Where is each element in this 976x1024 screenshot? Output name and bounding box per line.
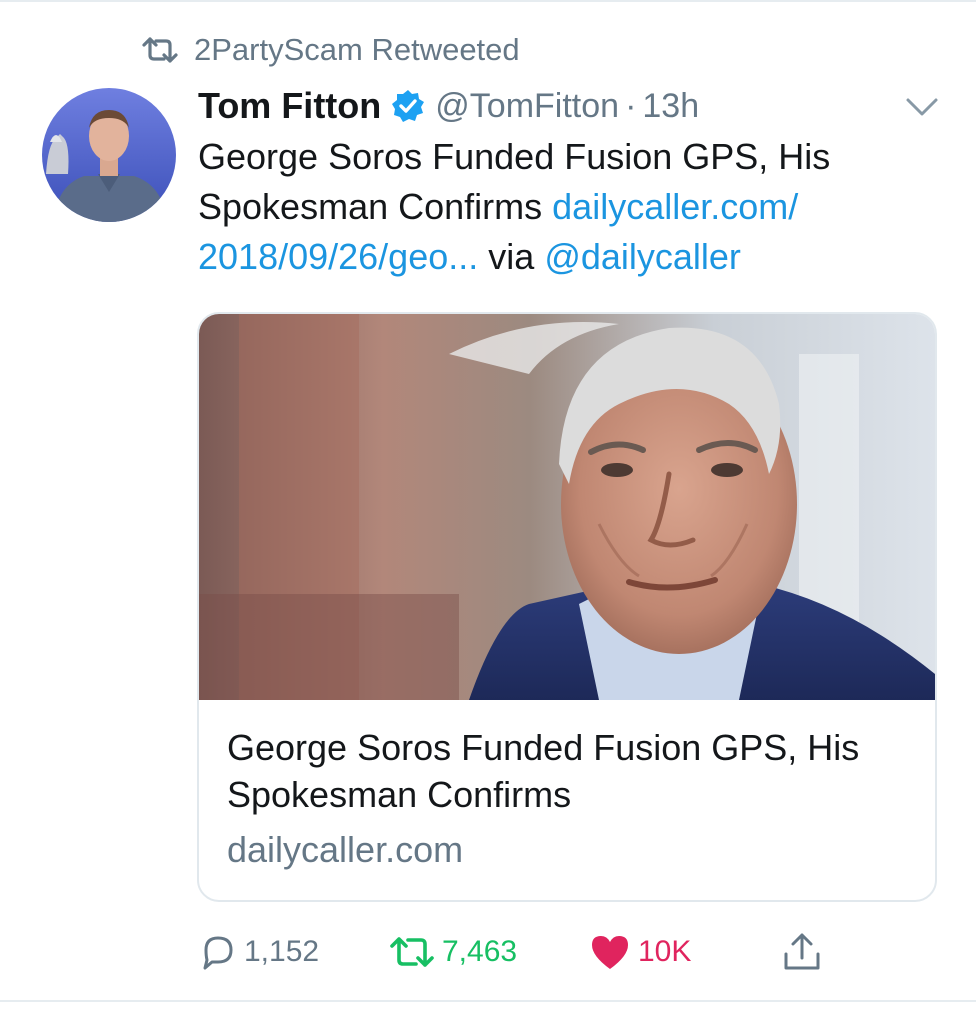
share-button[interactable] [780, 924, 824, 980]
like-count: 10K [638, 935, 692, 968]
author-handle[interactable]: @TomFitton [435, 87, 619, 126]
retweet-context[interactable]: 2PartyScam Retweeted [140, 28, 520, 72]
avatar[interactable] [42, 88, 176, 222]
retweet-icon [142, 37, 178, 63]
bottom-divider [0, 1000, 976, 1002]
retweeted-by-text: 2PartyScam Retweeted [194, 32, 520, 67]
tweet-text: George Soros Funded Fusion GPS, His Spok… [198, 132, 918, 282]
action-bar: 1,152 7,463 10K [198, 924, 838, 980]
via-text: via [488, 236, 535, 277]
reply-button[interactable]: 1,152 [198, 924, 319, 980]
retweet-count: 7,463 [442, 935, 518, 968]
top-divider [0, 0, 976, 2]
separator-dot: · [625, 86, 637, 125]
card-title: George Soros Funded Fusion GPS, His Spok… [227, 727, 860, 815]
retweet-button[interactable]: 7,463 [388, 924, 517, 980]
tweet-header: Tom Fitton @TomFitton · 13h [198, 80, 699, 132]
heart-icon [592, 936, 628, 969]
reply-icon [203, 936, 233, 970]
chevron-down-icon[interactable] [904, 94, 940, 120]
reply-count: 1,152 [244, 935, 320, 968]
card-image [199, 314, 935, 700]
link-card[interactable]: George Soros Funded Fusion GPS, His Spok… [197, 312, 937, 902]
verified-badge-icon [392, 90, 425, 122]
author-name[interactable]: Tom Fitton [198, 85, 381, 127]
share-icon [784, 933, 820, 970]
card-domain: dailycaller.com [227, 829, 464, 870]
retweet-icon [390, 937, 434, 967]
mention-link[interactable]: @dailycaller [544, 236, 741, 277]
tweet-timestamp[interactable]: 13h [642, 87, 699, 126]
like-button[interactable]: 10K [588, 924, 691, 980]
